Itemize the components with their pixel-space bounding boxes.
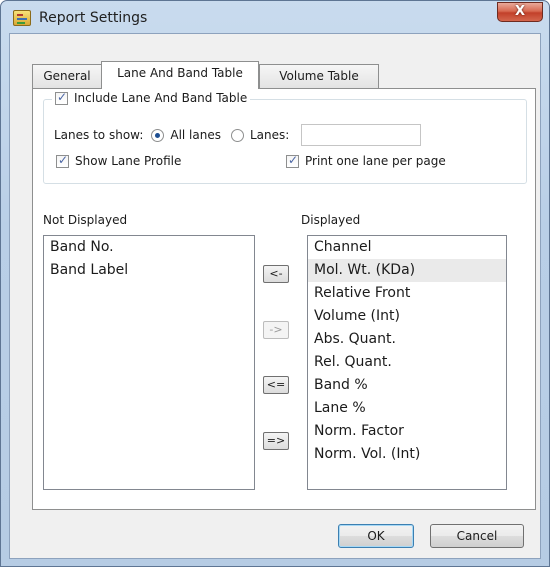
- not-displayed-list[interactable]: Band No. Band Label: [43, 235, 255, 490]
- move-left-button[interactable]: <-: [263, 265, 289, 283]
- print-one-lane-checkbox[interactable]: ✓: [286, 152, 299, 168]
- all-lanes-label: All lanes: [170, 128, 221, 142]
- list-item[interactable]: Abs. Quant.: [308, 328, 506, 351]
- title-bar[interactable]: Report Settings X: [1, 1, 549, 35]
- lanes-label: Lanes:: [249, 128, 290, 142]
- lanes-input[interactable]: [301, 124, 422, 146]
- list-item[interactable]: Band Label: [44, 259, 254, 282]
- tab-label: Volume Table: [279, 69, 359, 83]
- show-lane-profile-label: Show Lane Profile: [75, 154, 182, 168]
- close-button[interactable]: X: [497, 2, 543, 22]
- lanes-to-show-row: Lanes to show: All lanes Lanes:: [54, 124, 422, 146]
- list-item[interactable]: Norm. Factor: [308, 420, 506, 443]
- tab-lane-and-band-table[interactable]: Lane And Band Table: [101, 61, 259, 89]
- print-one-lane-row[interactable]: ✓ Print one lane per page: [286, 152, 446, 168]
- report-settings-icon: [13, 10, 31, 26]
- all-lanes-radio[interactable]: [151, 128, 165, 142]
- list-item[interactable]: Band %: [308, 374, 506, 397]
- show-lane-profile-row[interactable]: ✓ Show Lane Profile: [56, 152, 182, 168]
- list-item[interactable]: Relative Front: [308, 282, 506, 305]
- cancel-button[interactable]: Cancel: [430, 524, 524, 548]
- lanes-to-show-label: Lanes to show:: [54, 128, 144, 142]
- displayed-label: Displayed: [301, 213, 361, 227]
- dialog-client-area: General Lane And Band Table Volume Table…: [9, 33, 541, 559]
- lanes-radio[interactable]: [230, 128, 244, 142]
- include-checkbox-row[interactable]: ✓ Include Lane And Band Table: [52, 89, 251, 105]
- tab-label: General: [43, 69, 91, 83]
- checkmark-icon: ✓: [288, 152, 299, 167]
- list-item[interactable]: Band No.: [44, 236, 254, 259]
- list-item[interactable]: Channel: [308, 236, 506, 259]
- ok-button[interactable]: OK: [338, 524, 414, 548]
- move-right-button[interactable]: ->: [263, 321, 289, 339]
- close-icon: X: [514, 4, 526, 19]
- tab-label: Lane And Band Table: [117, 66, 243, 80]
- not-displayed-label: Not Displayed: [43, 213, 128, 227]
- tab-volume-table[interactable]: Volume Table: [259, 64, 379, 88]
- move-all-right-button[interactable]: =>: [263, 432, 289, 450]
- list-item[interactable]: Norm. Vol. (Int): [308, 443, 506, 466]
- include-label: Include Lane And Band Table: [74, 91, 248, 105]
- tab-panel-lane-and-band: ✓ Include Lane And Band Table Lanes to s…: [32, 88, 536, 510]
- list-item-selected[interactable]: Mol. Wt. (KDa): [308, 259, 506, 282]
- move-all-left-button[interactable]: <=: [263, 376, 289, 394]
- displayed-list[interactable]: Channel Mol. Wt. (KDa) Relative Front Vo…: [307, 235, 507, 490]
- report-settings-window: Report Settings X General Lane And Band …: [0, 0, 550, 567]
- print-one-lane-label: Print one lane per page: [305, 154, 446, 168]
- list-item[interactable]: Lane %: [308, 397, 506, 420]
- list-item[interactable]: Rel. Quant.: [308, 351, 506, 374]
- window-title: Report Settings: [39, 10, 148, 26]
- checkmark-icon: ✓: [58, 152, 69, 167]
- checkmark-icon: ✓: [57, 89, 68, 104]
- list-item[interactable]: Volume (Int): [308, 305, 506, 328]
- include-checkbox[interactable]: ✓: [55, 89, 68, 105]
- tab-general[interactable]: General: [32, 64, 102, 88]
- include-group: ✓ Include Lane And Band Table Lanes to s…: [43, 90, 527, 184]
- show-lane-profile-checkbox[interactable]: ✓: [56, 152, 69, 168]
